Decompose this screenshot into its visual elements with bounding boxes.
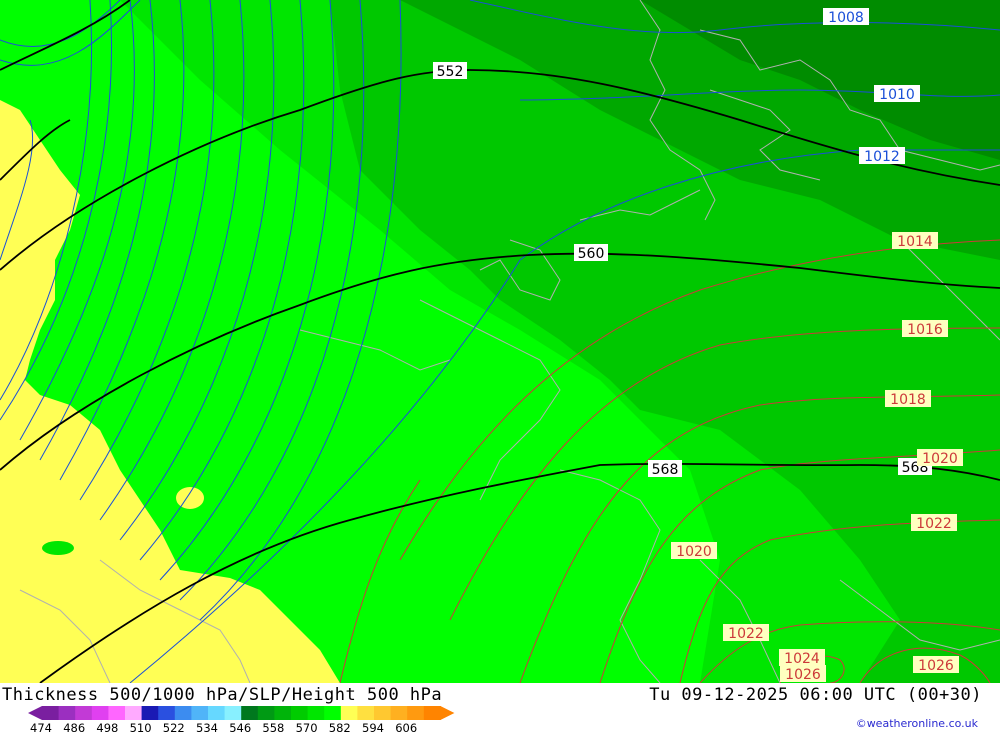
- legend-swatch: [407, 706, 425, 720]
- legend-swatch: [42, 706, 60, 720]
- color-legend: [28, 706, 455, 720]
- map-title: Thickness 500/1000 hPa/SLP/Height 500 hP…: [2, 685, 443, 705]
- isobar-label: 1014: [897, 234, 933, 250]
- isobar-label: 1022: [728, 626, 764, 642]
- isobar-label: 1026: [785, 667, 821, 683]
- footer: Thickness 500/1000 hPa/SLP/Height 500 hP…: [0, 683, 1000, 735]
- legend-swatch: [208, 706, 226, 720]
- credit-link[interactable]: ©weatheronline.co.uk: [856, 717, 978, 730]
- legend-swatch: [191, 706, 209, 720]
- legend-swatch: [324, 706, 342, 720]
- weather-map: 552 560 568 568 1008 1010 1012 1014 1016…: [0, 0, 1000, 683]
- isobar-label: 1016: [907, 322, 943, 338]
- legend-swatch: [423, 706, 441, 720]
- green-patch: [42, 541, 74, 555]
- legend-swatch: [174, 706, 192, 720]
- isobar-label: 1022: [916, 516, 952, 532]
- legend-swatch: [108, 706, 126, 720]
- isobar-label: 1012: [864, 149, 900, 165]
- valid-time: Tu 09-12-2025 06:00 UTC (00+30): [649, 685, 982, 705]
- legend-arrow-low: [28, 706, 42, 720]
- legend-arrow-high: [440, 706, 455, 720]
- thickness-label: 552: [437, 64, 464, 80]
- legend-swatch: [374, 706, 392, 720]
- legend-swatch: [357, 706, 375, 720]
- yellow-patch: [176, 487, 204, 509]
- legend-swatch: [58, 706, 76, 720]
- legend-swatch: [274, 706, 292, 720]
- isobar-label: 1024: [784, 651, 820, 667]
- legend-swatch: [257, 706, 275, 720]
- thickness-label: 568: [652, 462, 679, 478]
- legend-swatch: [75, 706, 93, 720]
- legend-swatch: [241, 706, 259, 720]
- legend-swatch: [91, 706, 109, 720]
- legend-swatch: [125, 706, 143, 720]
- legend-swatch: [340, 706, 358, 720]
- legend-swatch: [291, 706, 309, 720]
- legend-swatch: [307, 706, 325, 720]
- thickness-label: 560: [578, 246, 605, 262]
- isobar-label: 1020: [676, 544, 712, 560]
- isobar-label: 1018: [890, 392, 926, 408]
- legend-swatch: [141, 706, 159, 720]
- isobar-label: 1020: [922, 451, 958, 467]
- isobar-label: 1026: [918, 658, 954, 674]
- isobar-label: 1010: [879, 87, 915, 103]
- legend-swatch: [390, 706, 408, 720]
- legend-swatch: [158, 706, 176, 720]
- legend-swatch: [224, 706, 242, 720]
- isobar-label: 1008: [828, 10, 864, 26]
